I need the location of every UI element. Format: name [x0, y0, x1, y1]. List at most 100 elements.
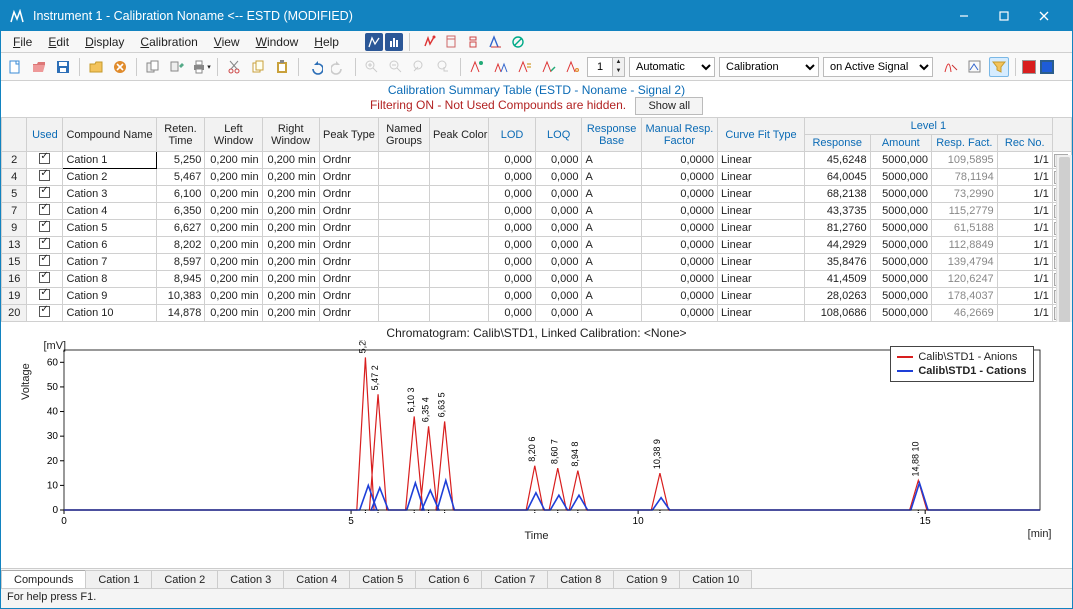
- tab-cation-2[interactable]: Cation 2: [151, 570, 218, 588]
- peak-icon-4[interactable]: [539, 57, 559, 77]
- spin-up[interactable]: ▲: [612, 58, 624, 67]
- col-level[interactable]: Level 1: [804, 118, 1052, 135]
- tab-cation-10[interactable]: Cation 10: [679, 570, 752, 588]
- combo-auto[interactable]: Automatic: [629, 57, 715, 77]
- col-rt[interactable]: Reten.Time: [156, 118, 205, 152]
- table-row[interactable]: 13Cation 68,2020,200 min0,200 minOrdnr0,…: [2, 237, 1072, 254]
- level-input[interactable]: [588, 61, 612, 73]
- col-fit[interactable]: Curve Fit Type: [718, 118, 805, 152]
- tab-cation-5[interactable]: Cation 5: [349, 570, 416, 588]
- tab-compounds[interactable]: Compounds: [1, 570, 86, 588]
- menu-window[interactable]: Window: [250, 33, 305, 51]
- zoom-prev-icon[interactable]: [410, 57, 430, 77]
- peak-icon-3[interactable]: [515, 57, 535, 77]
- show-all-button[interactable]: Show all: [635, 97, 703, 115]
- table-row[interactable]: 15Cation 78,5970,200 min0,200 minOrdnr0,…: [2, 254, 1072, 271]
- sig-icon-1[interactable]: [941, 57, 961, 77]
- used-checkbox[interactable]: [39, 153, 50, 164]
- cut-icon[interactable]: [224, 57, 244, 77]
- col-pc[interactable]: Peak Color: [429, 118, 488, 152]
- used-checkbox[interactable]: [39, 272, 50, 283]
- tab-cation-7[interactable]: Cation 7: [481, 570, 548, 588]
- table-row[interactable]: 9Cation 56,6270,200 min0,200 minOrdnr0,0…: [2, 220, 1072, 237]
- col-rf[interactable]: Resp. Fact.: [932, 135, 998, 152]
- col-lw[interactable]: LeftWindow: [205, 118, 262, 152]
- minimize-button[interactable]: [944, 1, 984, 31]
- peak-icon-2[interactable]: [491, 57, 511, 77]
- menu-icon-1[interactable]: [420, 32, 440, 52]
- menu-edit[interactable]: Edit: [42, 33, 75, 51]
- combo-type[interactable]: Calibration: [719, 57, 819, 77]
- menu-display[interactable]: Display: [79, 33, 130, 51]
- overlay-icon-b[interactable]: [385, 33, 403, 51]
- menu-help[interactable]: Help: [308, 33, 345, 51]
- table-row[interactable]: 20Cation 1014,8780,200 min0,200 minOrdnr…: [2, 305, 1072, 322]
- col-lod[interactable]: LOD: [489, 118, 536, 152]
- paste-icon[interactable]: [272, 57, 292, 77]
- menu-calibration[interactable]: Calibration: [134, 33, 203, 51]
- col-used[interactable]: Used: [27, 118, 63, 152]
- vertical-scrollbar[interactable]: [1056, 155, 1072, 322]
- used-checkbox[interactable]: [39, 204, 50, 215]
- used-checkbox[interactable]: [39, 187, 50, 198]
- table-row[interactable]: 5Cation 36,1000,200 min0,200 minOrdnr0,0…: [2, 186, 1072, 203]
- level-spinner[interactable]: ▲▼: [587, 57, 625, 77]
- zoom-fit-icon[interactable]: [434, 57, 454, 77]
- filter-icon[interactable]: [989, 57, 1009, 77]
- peak-icon-5[interactable]: [563, 57, 583, 77]
- print-icon[interactable]: ▾: [191, 57, 211, 77]
- menu-view[interactable]: View: [208, 33, 246, 51]
- used-checkbox[interactable]: [39, 238, 50, 249]
- spin-down[interactable]: ▼: [612, 67, 624, 76]
- tab-cation-9[interactable]: Cation 9: [613, 570, 680, 588]
- new-icon[interactable]: [5, 57, 25, 77]
- copy-cal-icon[interactable]: [143, 57, 163, 77]
- sig-icon-2[interactable]: [965, 57, 985, 77]
- tab-cation-3[interactable]: Cation 3: [217, 570, 284, 588]
- col-rw[interactable]: RightWindow: [262, 118, 319, 152]
- menu-icon-2[interactable]: [442, 32, 462, 52]
- redo-icon[interactable]: [329, 57, 349, 77]
- table-row[interactable]: 2Cation 15,2500,200 min0,200 minOrdnr0,0…: [2, 152, 1072, 169]
- col-ng[interactable]: NamedGroups: [379, 118, 430, 152]
- maximize-button[interactable]: [984, 1, 1024, 31]
- undo-icon[interactable]: [305, 57, 325, 77]
- table-row[interactable]: 7Cation 46,3500,200 min0,200 minOrdnr0,0…: [2, 203, 1072, 220]
- col-mrf[interactable]: Manual Resp.Factor: [641, 118, 717, 152]
- col-loq[interactable]: LOQ: [535, 118, 582, 152]
- used-checkbox[interactable]: [39, 289, 50, 300]
- used-checkbox[interactable]: [39, 255, 50, 266]
- peak-icon-1[interactable]: [467, 57, 487, 77]
- col-rec[interactable]: Rec No.: [997, 135, 1052, 152]
- copy-icon[interactable]: [248, 57, 268, 77]
- menu-file[interactable]: File: [7, 33, 38, 51]
- used-checkbox[interactable]: [39, 306, 50, 317]
- col-name[interactable]: Compound Name: [63, 118, 156, 152]
- tab-cation-6[interactable]: Cation 6: [415, 570, 482, 588]
- open-icon[interactable]: [29, 57, 49, 77]
- tab-cation-8[interactable]: Cation 8: [547, 570, 614, 588]
- col-amt[interactable]: Amount: [870, 135, 931, 152]
- close-button[interactable]: [1024, 1, 1064, 31]
- used-checkbox[interactable]: [39, 221, 50, 232]
- zoom-in-icon[interactable]: [362, 57, 382, 77]
- save-icon[interactable]: [53, 57, 73, 77]
- signal-color-blue[interactable]: [1040, 60, 1054, 74]
- table-row[interactable]: 16Cation 88,9450,200 min0,200 minOrdnr0,…: [2, 271, 1072, 288]
- menu-icon-5[interactable]: [508, 32, 528, 52]
- zoom-out-icon[interactable]: [386, 57, 406, 77]
- folder-icon[interactable]: [86, 57, 106, 77]
- menu-icon-3[interactable]: [464, 32, 484, 52]
- col-rb[interactable]: ResponseBase: [582, 118, 641, 152]
- col-resp[interactable]: Response: [804, 135, 870, 152]
- link-cal-icon[interactable]: [167, 57, 187, 77]
- tab-cation-1[interactable]: Cation 1: [85, 570, 152, 588]
- col-pt[interactable]: Peak Type: [319, 118, 378, 152]
- used-checkbox[interactable]: [39, 170, 50, 181]
- tab-cation-4[interactable]: Cation 4: [283, 570, 350, 588]
- overlay-icon-a[interactable]: [365, 33, 383, 51]
- table-row[interactable]: 19Cation 910,3830,200 min0,200 minOrdnr0…: [2, 288, 1072, 305]
- signal-color-red[interactable]: [1022, 60, 1036, 74]
- table-row[interactable]: 4Cation 25,4670,200 min0,200 minOrdnr0,0…: [2, 169, 1072, 186]
- delete-icon[interactable]: [110, 57, 130, 77]
